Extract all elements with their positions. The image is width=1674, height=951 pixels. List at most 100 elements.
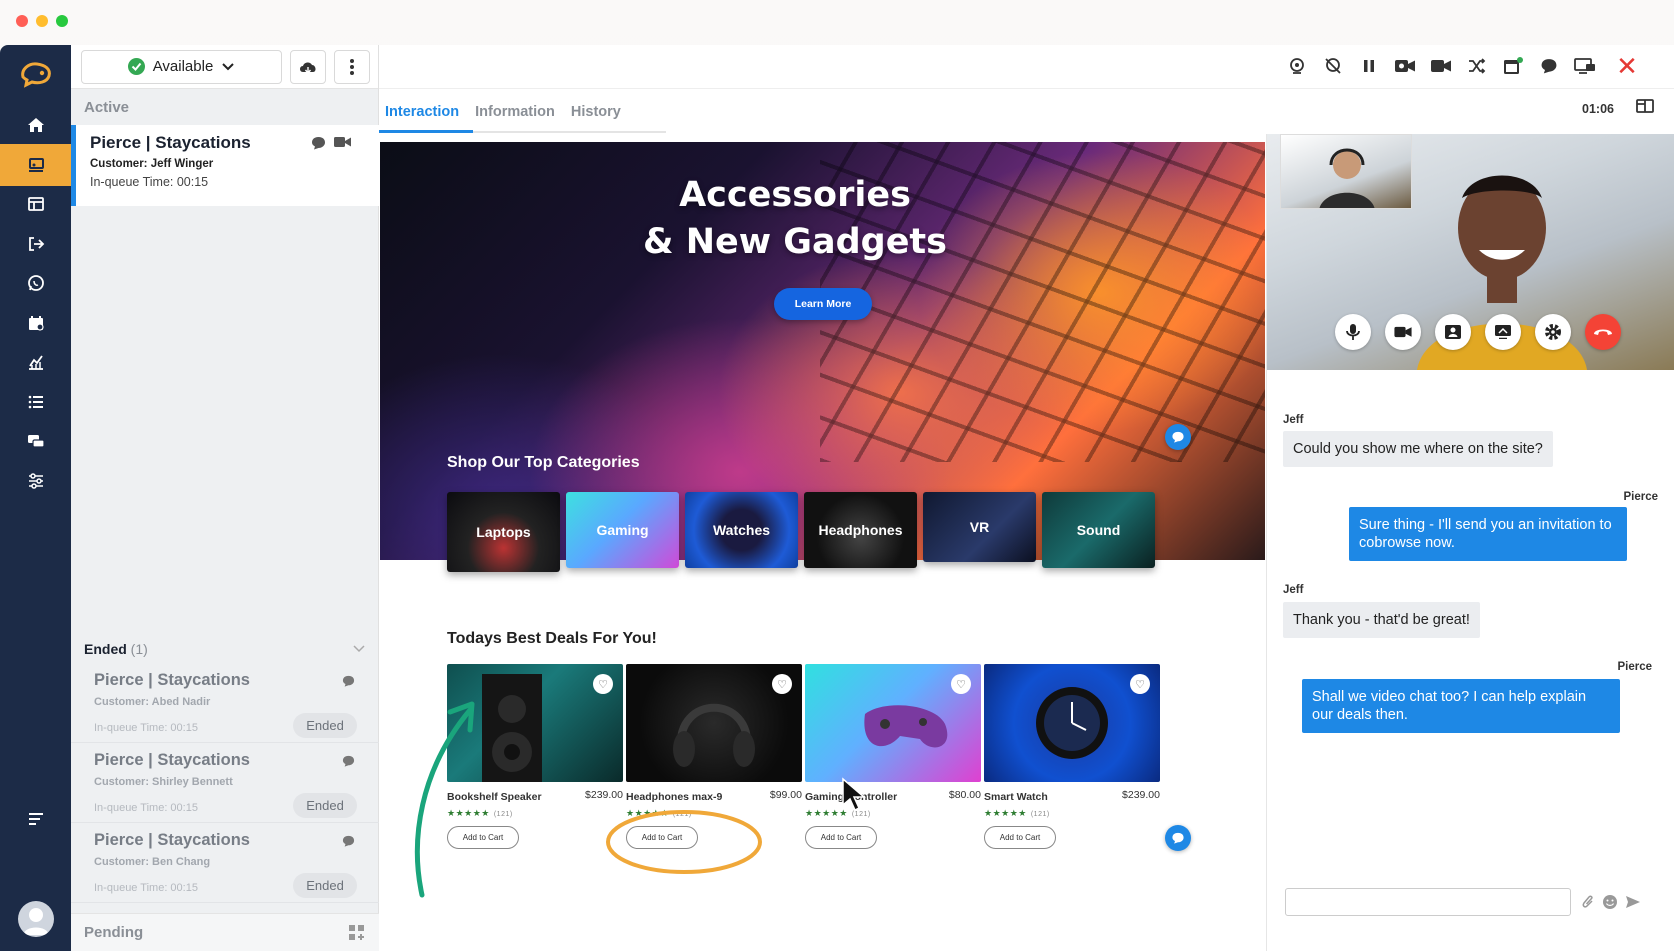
screen-share-icon[interactable] <box>1574 55 1596 77</box>
wishlist-heart-icon[interactable]: ♡ <box>951 674 971 694</box>
chat-bubble-icon <box>342 835 355 847</box>
split-view-icon[interactable] <box>1636 99 1654 113</box>
nav-interactions-icon[interactable] <box>0 144 71 186</box>
camera-button[interactable] <box>1385 314 1421 350</box>
ended-interaction-card[interactable]: Pierce | Staycations Customer: Abed Nadi… <box>71 663 379 743</box>
card-customer: Customer: Ben Chang <box>94 856 211 868</box>
emoji-icon[interactable] <box>1602 894 1618 910</box>
message-sender: Pierce <box>1617 661 1652 673</box>
add-to-cart-button[interactable]: Add to Cart <box>805 826 877 849</box>
chat-bubble-icon <box>342 675 355 687</box>
category-vr[interactable]: VR <box>923 492 1036 562</box>
learn-more-button[interactable]: Learn More <box>774 288 872 320</box>
nav-home-icon[interactable] <box>0 104 71 146</box>
tab-active-indicator <box>379 130 473 133</box>
nav-list-icon[interactable] <box>0 381 71 423</box>
card-channel-icons <box>311 136 351 150</box>
wishlist-heart-icon[interactable]: ♡ <box>1130 674 1150 694</box>
close-icon[interactable]: ✕ <box>1616 53 1638 79</box>
calendar-icon[interactable] <box>1502 55 1524 77</box>
wishlist-heart-icon[interactable]: ♡ <box>772 674 792 694</box>
product-price: $239.00 <box>585 789 623 801</box>
cloud-icon <box>300 61 316 74</box>
nav-conversations-icon[interactable] <box>0 420 71 462</box>
shuffle-icon[interactable] <box>1466 55 1488 77</box>
video-icon[interactable] <box>1430 55 1452 77</box>
category-headphones[interactable]: Headphones <box>804 492 917 568</box>
minimize-window-icon[interactable] <box>36 15 48 27</box>
product-name: Smart Watch <box>984 791 1048 803</box>
pending-section-header[interactable]: Pending <box>71 913 379 951</box>
hero-title-line1: Accessories <box>679 175 911 215</box>
contact-card-button[interactable] <box>1435 314 1471 350</box>
ended-section-header[interactable]: Ended (1) <box>71 635 379 663</box>
category-gaming[interactable]: Gaming <box>566 492 679 568</box>
tab-interaction[interactable]: Interaction <box>385 90 459 132</box>
ended-interaction-card[interactable]: Pierce | Staycations Customer: Shirley B… <box>71 743 379 823</box>
site-chat-icon[interactable] <box>1165 825 1191 851</box>
grid-add-icon[interactable] <box>349 924 365 941</box>
left-nav <box>0 45 71 951</box>
nav-analytics-icon[interactable] <box>0 341 71 383</box>
nav-calendar-icon[interactable] <box>0 302 71 344</box>
ended-status-badge: Ended <box>293 713 357 738</box>
cobrowse-website[interactable]: Accessories & New Gadgets Learn More Sho… <box>380 142 1265 948</box>
user-avatar[interactable] <box>18 901 54 937</box>
queue-panel: Available Active Pierce | Staycations Cu… <box>71 45 379 951</box>
card-queue-time: In-queue Time: 00:15 <box>90 175 209 189</box>
video-camera-icon <box>334 137 351 147</box>
webcam-off-icon[interactable] <box>1322 55 1344 77</box>
ended-interaction-card[interactable]: Pierce | Staycations Customer: Ben Chang… <box>71 823 379 903</box>
category-watches[interactable]: Watches <box>685 492 798 568</box>
screen-share-button[interactable] <box>1485 314 1521 350</box>
video-controls <box>1335 314 1621 350</box>
chat-message-outgoing: Sure thing - I'll send you an invitation… <box>1349 507 1627 561</box>
app-body: Available Active Pierce | Staycations Cu… <box>0 45 1674 951</box>
send-icon[interactable] <box>1625 894 1641 910</box>
tab-history[interactable]: History <box>571 90 621 132</box>
maximize-window-icon[interactable] <box>56 15 68 27</box>
status-dropdown[interactable]: Available <box>81 49 282 84</box>
card-customer: Customer: Abed Nadir <box>94 696 211 708</box>
product-image: ♡ <box>984 664 1160 782</box>
nav-menu-icon[interactable] <box>0 798 71 840</box>
category-sound[interactable]: Sound <box>1042 492 1155 568</box>
chat-input-tools <box>1581 894 1641 910</box>
chat-message-incoming: Could you show me where on the site? <box>1283 431 1553 467</box>
category-laptops[interactable]: Laptops <box>447 492 560 572</box>
close-window-icon[interactable] <box>16 15 28 27</box>
active-interaction-card[interactable]: Pierce | Staycations Customer: Jeff Wing… <box>71 125 379 206</box>
chat-message-incoming: Thank you - that'd be great! <box>1283 602 1480 638</box>
pause-icon[interactable] <box>1358 55 1380 77</box>
window-controls <box>16 15 68 27</box>
attachment-icon[interactable] <box>1581 894 1595 910</box>
app-logo-icon <box>21 62 51 88</box>
webcam-icon[interactable] <box>1286 55 1308 77</box>
chat-icon[interactable] <box>1538 55 1560 77</box>
product-price: $239.00 <box>1122 789 1160 801</box>
product-card[interactable]: ♡ Smart Watch $239.00 ★★★★★ (121) Add to … <box>984 664 1160 849</box>
chevron-down-icon <box>222 62 235 70</box>
toolbar-icons: ✕ <box>1286 53 1638 79</box>
wishlist-heart-icon[interactable]: ♡ <box>593 674 613 694</box>
end-call-button[interactable] <box>1585 314 1621 350</box>
deals-title: Todays Best Deals For You! <box>447 630 657 647</box>
chat-bubble-icon <box>342 755 355 767</box>
add-to-cart-button[interactable]: Add to Cart <box>984 826 1056 849</box>
product-card[interactable]: ♡ Gaming Controller $80.00 ★★★★★ (121) Ad… <box>805 664 981 849</box>
microphone-button[interactable] <box>1335 314 1371 350</box>
video-record-icon[interactable] <box>1394 55 1416 77</box>
settings-gear-button[interactable] <box>1535 314 1571 350</box>
chat-message-input[interactable] <box>1285 888 1571 916</box>
ended-count: (1) <box>130 641 148 657</box>
cloud-button[interactable] <box>290 49 326 84</box>
nav-dashboard-icon[interactable] <box>0 183 71 225</box>
tab-information[interactable]: Information <box>475 90 555 132</box>
more-options-button[interactable] <box>334 49 370 84</box>
orange-annotation-circle <box>606 810 762 874</box>
nav-settings-sliders-icon[interactable] <box>0 460 71 502</box>
active-section-label: Active <box>84 99 130 116</box>
nav-logout-icon[interactable] <box>0 223 71 265</box>
site-chat-icon[interactable] <box>1165 424 1191 450</box>
nav-whatsapp-icon[interactable] <box>0 262 71 304</box>
